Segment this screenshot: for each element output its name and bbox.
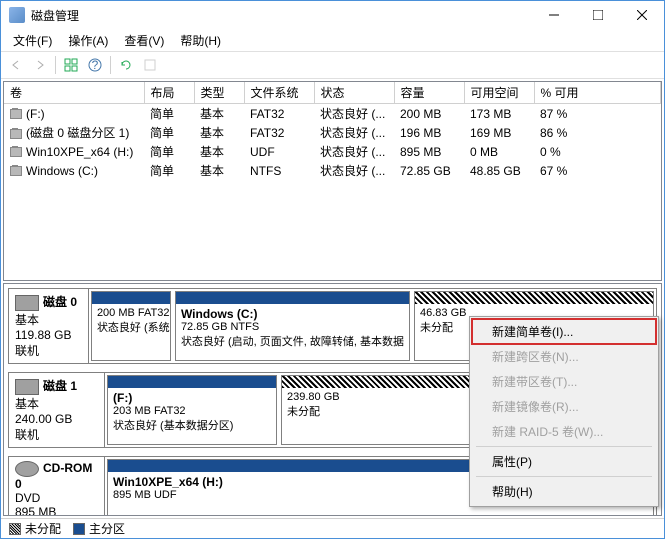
volume-icon — [10, 109, 22, 119]
volume-row[interactable]: Win10XPE_x64 (H:)简单基本UDF状态良好 (...895 MB0… — [4, 142, 661, 161]
disk-label[interactable]: 磁盘 0 基本 119.88 GB 联机 — [9, 289, 89, 363]
window-buttons — [532, 1, 664, 29]
cm-separator — [476, 476, 652, 477]
volume-icon — [10, 129, 22, 139]
cm-new-spanned-volume: 新建跨区卷(N)... — [472, 344, 656, 369]
col-pct[interactable]: % 可用 — [534, 82, 661, 104]
partition[interactable]: (F:)203 MB FAT32状态良好 (基本数据分区) — [107, 375, 277, 445]
volume-row[interactable]: (F:)简单基本FAT32状态良好 (...200 MB173 MB87 % — [4, 104, 661, 124]
menu-file[interactable]: 文件(F) — [5, 30, 60, 51]
menu-help[interactable]: 帮助(H) — [172, 30, 229, 51]
volume-icon — [10, 166, 22, 176]
separator — [110, 56, 111, 74]
menubar: 文件(F) 操作(A) 查看(V) 帮助(H) — [1, 29, 664, 51]
cm-help[interactable]: 帮助(H) — [472, 479, 656, 504]
menu-view[interactable]: 查看(V) — [116, 30, 172, 51]
disk-management-window: 磁盘管理 文件(F) 操作(A) 查看(V) 帮助(H) ? 卷 布局 类型 — [0, 0, 665, 539]
help-button[interactable]: ? — [84, 54, 106, 76]
titlebar: 磁盘管理 — [1, 1, 664, 29]
volume-row[interactable]: (磁盘 0 磁盘分区 1)简单基本FAT32状态良好 (...196 MB169… — [4, 123, 661, 142]
toolbar: ? — [1, 51, 664, 79]
disk-label[interactable]: CD-ROM 0 DVD 895 MB — [9, 457, 105, 516]
rescan-button[interactable] — [115, 54, 137, 76]
col-capacity[interactable]: 容量 — [394, 82, 464, 104]
svg-text:?: ? — [92, 58, 99, 72]
close-button[interactable] — [620, 1, 664, 29]
back-button[interactable] — [5, 54, 27, 76]
refresh-button[interactable] — [60, 54, 82, 76]
disk-icon — [15, 295, 39, 311]
app-icon — [9, 7, 25, 23]
disk-icon — [15, 379, 39, 395]
legend-unalloc-icon — [9, 523, 21, 535]
separator — [55, 56, 56, 74]
cm-new-striped-volume: 新建带区卷(T)... — [472, 369, 656, 394]
maximize-button[interactable] — [576, 1, 620, 29]
partition[interactable]: Windows (C:)72.85 GB NTFS状态良好 (启动, 页面文件,… — [175, 291, 410, 361]
forward-button[interactable] — [29, 54, 51, 76]
volume-grid: 卷 布局 类型 文件系统 状态 容量 可用空间 % 可用 (F:)简单基本FAT… — [4, 82, 661, 180]
minimize-button[interactable] — [532, 1, 576, 29]
col-type[interactable]: 类型 — [194, 82, 244, 104]
cm-properties[interactable]: 属性(P) — [472, 449, 656, 474]
volume-row[interactable]: Windows (C:)简单基本NTFS状态良好 (...72.85 GB48.… — [4, 161, 661, 180]
cm-separator — [476, 446, 652, 447]
disk-label[interactable]: 磁盘 1 基本 240.00 GB 联机 — [9, 373, 105, 447]
col-free[interactable]: 可用空间 — [464, 82, 534, 104]
menu-action[interactable]: 操作(A) — [60, 30, 116, 51]
col-layout[interactable]: 布局 — [144, 82, 194, 104]
col-volume[interactable]: 卷 — [4, 82, 144, 104]
window-title: 磁盘管理 — [31, 7, 532, 24]
col-status[interactable]: 状态 — [314, 82, 394, 104]
context-menu: 新建简单卷(I)... 新建跨区卷(N)... 新建带区卷(T)... 新建镜像… — [469, 316, 659, 507]
volume-list-pane[interactable]: 卷 布局 类型 文件系统 状态 容量 可用空间 % 可用 (F:)简单基本FAT… — [3, 81, 662, 281]
legend-unalloc-label: 未分配 — [25, 520, 61, 537]
legend: 未分配 主分区 — [1, 518, 664, 538]
legend-primary-icon — [73, 523, 85, 535]
volume-icon — [10, 147, 22, 157]
legend-primary-label: 主分区 — [89, 520, 125, 537]
cm-new-raid5-volume: 新建 RAID-5 卷(W)... — [472, 419, 656, 444]
cdrom-icon — [15, 461, 39, 477]
partition[interactable]: 200 MB FAT32状态良好 (系统, 基本 — [91, 291, 171, 361]
cm-new-simple-volume[interactable]: 新建简单卷(I)... — [472, 319, 656, 344]
cm-new-mirrored-volume: 新建镜像卷(R)... — [472, 394, 656, 419]
col-fs[interactable]: 文件系统 — [244, 82, 314, 104]
settings-button[interactable] — [139, 54, 161, 76]
